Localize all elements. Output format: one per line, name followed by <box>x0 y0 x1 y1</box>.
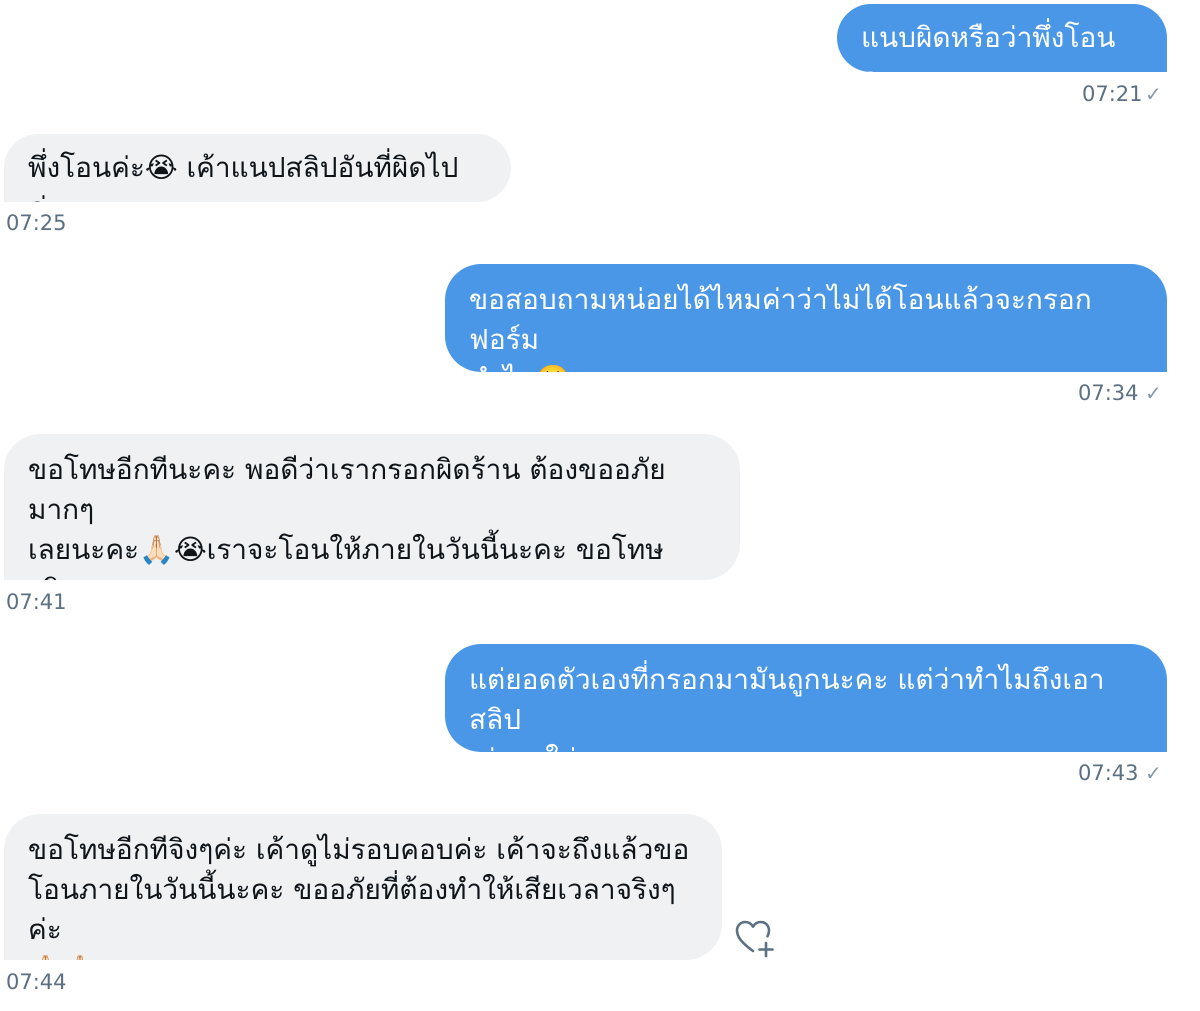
message-timestamp: 07:34 <box>1078 381 1139 405</box>
check-icon: ✓ <box>1145 82 1162 106</box>
message-bubble[interactable]: แนบผิดหรือว่าพึ่งโอนคะ <box>837 4 1167 72</box>
message-bubble[interactable]: ขอโทษอีกทีจิงๆค่ะ เค้าดูไม่รอบคอบค่ะ เค้… <box>4 814 722 960</box>
message-timestamp: 07:25 <box>6 211 67 235</box>
heart-plus-icon[interactable] <box>734 918 778 958</box>
message-bubble[interactable]: พึ่งโอนค่ะ😭 เค้าแนปสลิปอันที่ผิดไปค่ะ <box>4 134 511 202</box>
message-bubble[interactable]: ขอสอบถามหน่อยได้ไหมค่าว่าไม่ได้โอนแล้วจะ… <box>445 264 1167 372</box>
message-timestamp: 07:44 <box>6 970 67 994</box>
message-bubble[interactable]: ขอโทษอีกทีนะคะ พอดีว่าเรากรอกผิดร้าน ต้อ… <box>4 434 740 580</box>
message-timestamp: 07:21 <box>1082 82 1143 106</box>
check-icon: ✓ <box>1145 761 1162 785</box>
message-timestamp: 07:43 <box>1078 761 1139 785</box>
check-icon: ✓ <box>1145 381 1162 405</box>
message-timestamp: 07:41 <box>6 590 67 614</box>
message-bubble[interactable]: แต่ยอดตัวเองที่กรอกมามันถูกนะคะ แต่ว่าทำ… <box>445 644 1167 752</box>
